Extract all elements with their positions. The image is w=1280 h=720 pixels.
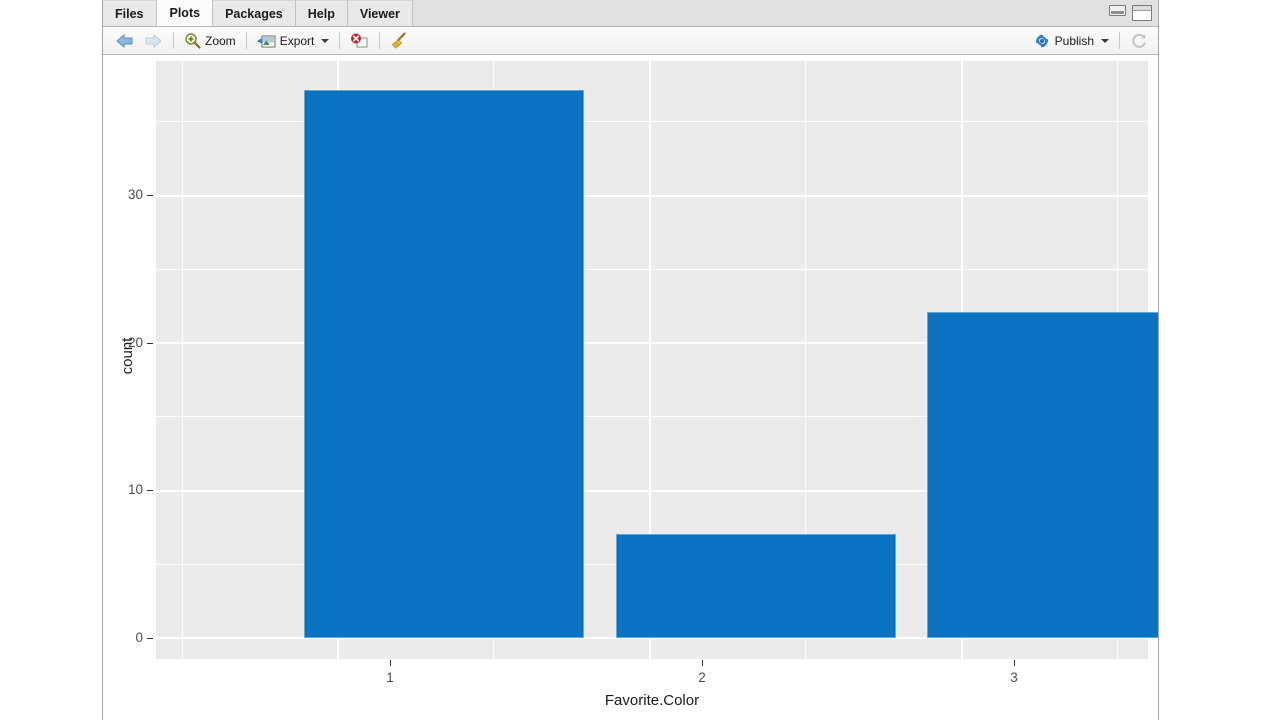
- back-arrow-icon: [116, 33, 133, 48]
- minimize-pane-button[interactable]: [1109, 5, 1126, 21]
- y-tick-mark-20: [147, 343, 153, 344]
- tab-plots-label: Plots: [169, 6, 201, 20]
- x-tick-mark-1: [390, 660, 391, 666]
- tab-viewer-label: Viewer: [359, 6, 400, 21]
- publish-label: Publish: [1054, 33, 1094, 48]
- publish-icon: [1035, 34, 1048, 47]
- minimize-icon: [1109, 5, 1126, 16]
- export-label: Export: [279, 33, 315, 48]
- x-axis-title: Favorite.Color: [604, 692, 700, 709]
- remove-plot-button[interactable]: [346, 32, 373, 50]
- clear-all-plots-button[interactable]: [386, 31, 413, 50]
- tab-help-label: Help: [307, 6, 335, 21]
- previous-plot-button[interactable]: [111, 32, 139, 50]
- tab-plots[interactable]: Plots: [156, 0, 214, 26]
- plots-toolbar: Zoom Export Publish: [103, 27, 1158, 55]
- toolbar-separator: [379, 32, 381, 49]
- rstudio-plots-pane: Files Plots Packages Help Viewer Zoom Ex…: [102, 0, 1159, 720]
- toolbar-separator: [339, 32, 341, 49]
- broom-clear-icon: [392, 32, 406, 49]
- export-button[interactable]: Export: [253, 32, 334, 50]
- zoom-label: Zoom: [205, 33, 236, 48]
- chevron-down-icon: [1101, 38, 1109, 43]
- x-tick-mark-2: [702, 660, 703, 666]
- plot-output-device: count 30 20 10 0 1 2 3 Favorite.Color: [103, 56, 1158, 720]
- y-tick-mark-30: [147, 195, 153, 196]
- chart-panel: [156, 61, 1158, 659]
- gridline-minor-x-0: [182, 61, 183, 659]
- y-tick-label-10: 10: [127, 482, 143, 497]
- x-tick-mark-3: [1014, 660, 1015, 666]
- tab-viewer[interactable]: Viewer: [347, 0, 413, 26]
- y-tick-label-20: 20: [127, 335, 143, 350]
- tab-files[interactable]: Files: [103, 0, 157, 26]
- next-plot-button[interactable]: [139, 32, 167, 50]
- tab-packages-label: Packages: [225, 6, 283, 21]
- refresh-icon: [1132, 33, 1146, 48]
- toolbar-separator: [1119, 32, 1120, 49]
- maximize-icon: [1132, 5, 1152, 21]
- y-tick-mark-0: [147, 638, 153, 639]
- tab-help[interactable]: Help: [295, 0, 348, 26]
- x-tick-label-3: 3: [1010, 670, 1018, 685]
- tab-files-label: Files: [115, 6, 144, 21]
- tab-bar-filler: [412, 0, 1158, 26]
- publish-button[interactable]: Publish: [1029, 32, 1113, 50]
- toolbar-separator: [245, 32, 247, 49]
- y-tick-label-0: 0: [135, 630, 143, 645]
- window-controls: [1109, 5, 1152, 21]
- y-tick-mark-10: [147, 490, 153, 491]
- zoom-button[interactable]: Zoom: [180, 31, 240, 50]
- maximize-pane-button[interactable]: [1132, 5, 1152, 21]
- y-tick-label-30: 30: [127, 187, 143, 202]
- forward-arrow-icon: [145, 33, 162, 48]
- remove-plot-icon: [351, 33, 368, 47]
- x-tick-label-2: 2: [698, 670, 706, 685]
- bar-category-2: [616, 534, 896, 638]
- x-tick-label-1: 1: [386, 670, 394, 685]
- export-image-icon: [256, 35, 276, 47]
- magnifier-plus-icon: [185, 33, 201, 49]
- bar-category-3: [927, 312, 1158, 638]
- bar-category-1: [304, 90, 584, 638]
- toolbar-separator: [173, 32, 174, 49]
- refresh-plot-button[interactable]: [1126, 31, 1152, 51]
- tab-packages[interactable]: Packages: [213, 0, 296, 26]
- pane-tab-bar: Files Plots Packages Help Viewer: [103, 0, 1158, 27]
- chevron-down-icon: [321, 38, 330, 43]
